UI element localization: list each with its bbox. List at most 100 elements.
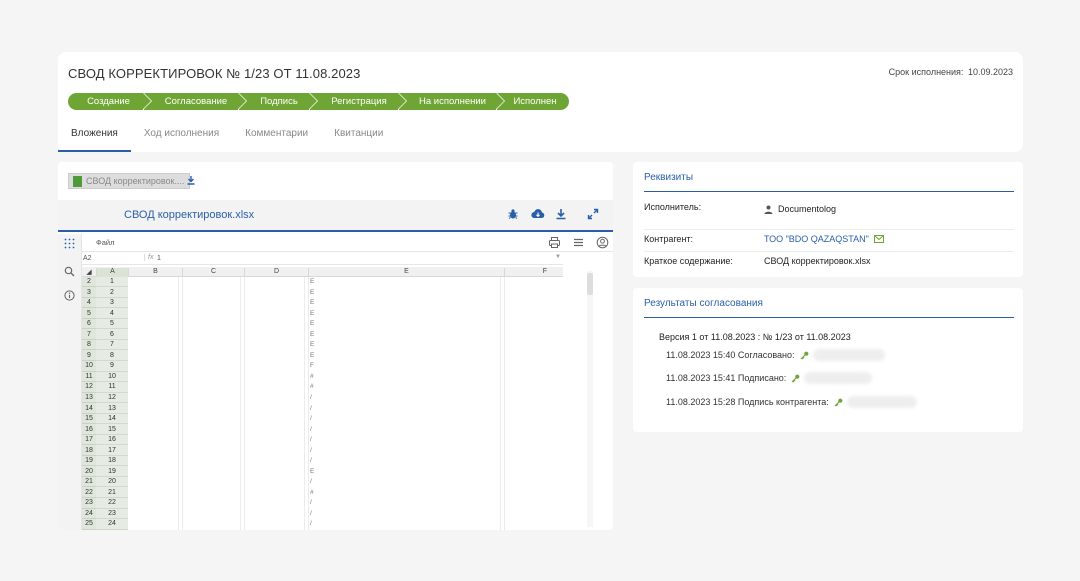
row-header[interactable]: 6 [82, 319, 96, 330]
row-header[interactable]: 4 [82, 298, 96, 309]
cell-a[interactable]: 12 [96, 393, 128, 404]
cell-a[interactable]: 19 [96, 467, 128, 477]
formula-input[interactable]: 1 [157, 255, 161, 262]
row-header[interactable]: 3 [82, 288, 96, 298]
select-all-corner[interactable]: ◢ [82, 268, 96, 277]
cell-a[interactable]: 16 [96, 435, 128, 446]
tab-receipts[interactable]: Квитанции [321, 124, 396, 152]
cell-a[interactable]: 13 [96, 404, 128, 414]
cell-a[interactable]: 5 [96, 319, 128, 330]
cell-e[interactable]: / [310, 435, 314, 445]
cell-a[interactable]: 17 [96, 446, 128, 456]
cell-e[interactable]: Е [310, 330, 314, 340]
cell-e[interactable]: / [310, 519, 314, 529]
cell-e[interactable]: F [310, 361, 314, 371]
row-header[interactable]: 17 [82, 435, 96, 446]
cell-a[interactable]: 6 [96, 330, 128, 340]
cell-a[interactable]: 7 [96, 340, 128, 351]
cell-e[interactable]: # [310, 382, 314, 392]
search-icon[interactable] [64, 266, 76, 278]
download-icon[interactable] [555, 208, 567, 220]
column-header-e[interactable]: E [308, 268, 504, 277]
menu-file[interactable]: Файл [96, 238, 114, 247]
cell-e[interactable]: Е [310, 340, 314, 350]
cell-e[interactable]: / [310, 393, 314, 403]
cell-e[interactable]: / [310, 498, 314, 508]
row-header[interactable]: 12 [82, 382, 96, 393]
cell-a[interactable]: 9 [96, 361, 128, 372]
cell-e[interactable]: Е [310, 319, 314, 329]
tab-attachments[interactable]: Вложения [58, 124, 131, 152]
cell-a[interactable]: 18 [96, 456, 128, 467]
cell-a[interactable]: 20 [96, 477, 128, 488]
spreadsheet-grid[interactable]: ◢ A B C D E F 2 3 4 5 6 7 8 9 10 11 12 13 14 15 16 17 18… [82, 267, 563, 530]
download-icon[interactable] [186, 175, 196, 188]
row-header[interactable]: 11 [82, 372, 96, 383]
column-header-a[interactable]: A [96, 268, 128, 277]
cloud-download-icon[interactable] [531, 208, 545, 220]
cell-a[interactable]: 1 [96, 277, 128, 288]
row-header[interactable]: 10 [82, 361, 96, 372]
tab-comments[interactable]: Комментарии [232, 124, 321, 152]
mail-icon[interactable] [873, 235, 884, 243]
info-icon[interactable] [64, 290, 76, 302]
vertical-scrollbar[interactable] [587, 271, 593, 527]
scrollbar-thumb[interactable] [587, 273, 593, 295]
grid-menu-icon[interactable] [64, 238, 76, 250]
cell-e[interactable]: / [310, 456, 314, 466]
cell-e[interactable]: / [310, 446, 314, 456]
field-value[interactable]: ТОО "BDO QAZAQSTAN" [764, 234, 884, 244]
row-header[interactable]: 15 [82, 414, 96, 425]
row-header[interactable]: 19 [82, 456, 96, 467]
cell-e[interactable]: Е [310, 298, 314, 308]
cell-e[interactable]: Е [310, 467, 314, 477]
cell-e[interactable]: / [310, 425, 314, 435]
attachment-chip[interactable]: СВОД корректировок.... [68, 173, 190, 189]
cell-a[interactable]: 23 [96, 509, 128, 520]
cell-a[interactable]: 22 [96, 498, 128, 509]
cell-e[interactable]: Е [310, 351, 314, 361]
row-header[interactable]: 23 [82, 498, 96, 509]
row-header[interactable]: 2 [82, 277, 96, 288]
file-name[interactable]: СВОД корректировок.xlsx [124, 209, 254, 221]
cell-a[interactable]: 4 [96, 309, 128, 319]
tab-progress[interactable]: Ход исполнения [131, 124, 232, 152]
row-header[interactable]: 18 [82, 446, 96, 456]
column-header-d[interactable]: D [244, 268, 308, 277]
column-header-b[interactable]: B [128, 268, 182, 277]
row-header[interactable]: 16 [82, 425, 96, 435]
counterparty-name[interactable]: ТОО "BDO QAZAQSTAN" [764, 234, 869, 244]
row-header[interactable]: 25 [82, 519, 96, 530]
cell-reference[interactable]: A2 [83, 255, 92, 262]
account-icon[interactable] [596, 236, 609, 249]
print-icon[interactable] [548, 236, 561, 249]
column-header-c[interactable]: C [182, 268, 244, 277]
cell-a[interactable]: 15 [96, 425, 128, 435]
cell-a[interactable]: 2 [96, 288, 128, 298]
cell-e[interactable]: Е [310, 309, 314, 319]
cell-e[interactable]: / [310, 477, 314, 487]
cell-a[interactable]: 24 [96, 519, 128, 530]
chevron-down-icon[interactable]: ▼ [555, 254, 561, 260]
row-header[interactable]: 5 [82, 309, 96, 319]
cell-a[interactable]: 11 [96, 382, 128, 393]
cell-e[interactable]: Е [310, 277, 314, 287]
cell-e[interactable]: / [310, 404, 314, 414]
bug-icon[interactable] [507, 208, 519, 220]
row-header[interactable]: 8 [82, 340, 96, 351]
cell-e[interactable]: # [310, 372, 314, 382]
field-value[interactable]: Documentolog [764, 204, 836, 214]
row-header[interactable]: 22 [82, 488, 96, 499]
cell-a[interactable]: 8 [96, 351, 128, 361]
row-header[interactable]: 20 [82, 467, 96, 477]
cell-e[interactable]: / [310, 509, 314, 519]
column-header-f[interactable]: F [504, 268, 563, 277]
row-header[interactable]: 21 [82, 477, 96, 488]
expand-icon[interactable] [587, 208, 599, 220]
row-header[interactable]: 24 [82, 509, 96, 520]
row-header[interactable]: 9 [82, 351, 96, 361]
hamburger-menu-icon[interactable] [572, 236, 585, 249]
cell-a[interactable]: 3 [96, 298, 128, 309]
cell-a[interactable]: 21 [96, 488, 128, 499]
row-header[interactable]: 7 [82, 330, 96, 340]
